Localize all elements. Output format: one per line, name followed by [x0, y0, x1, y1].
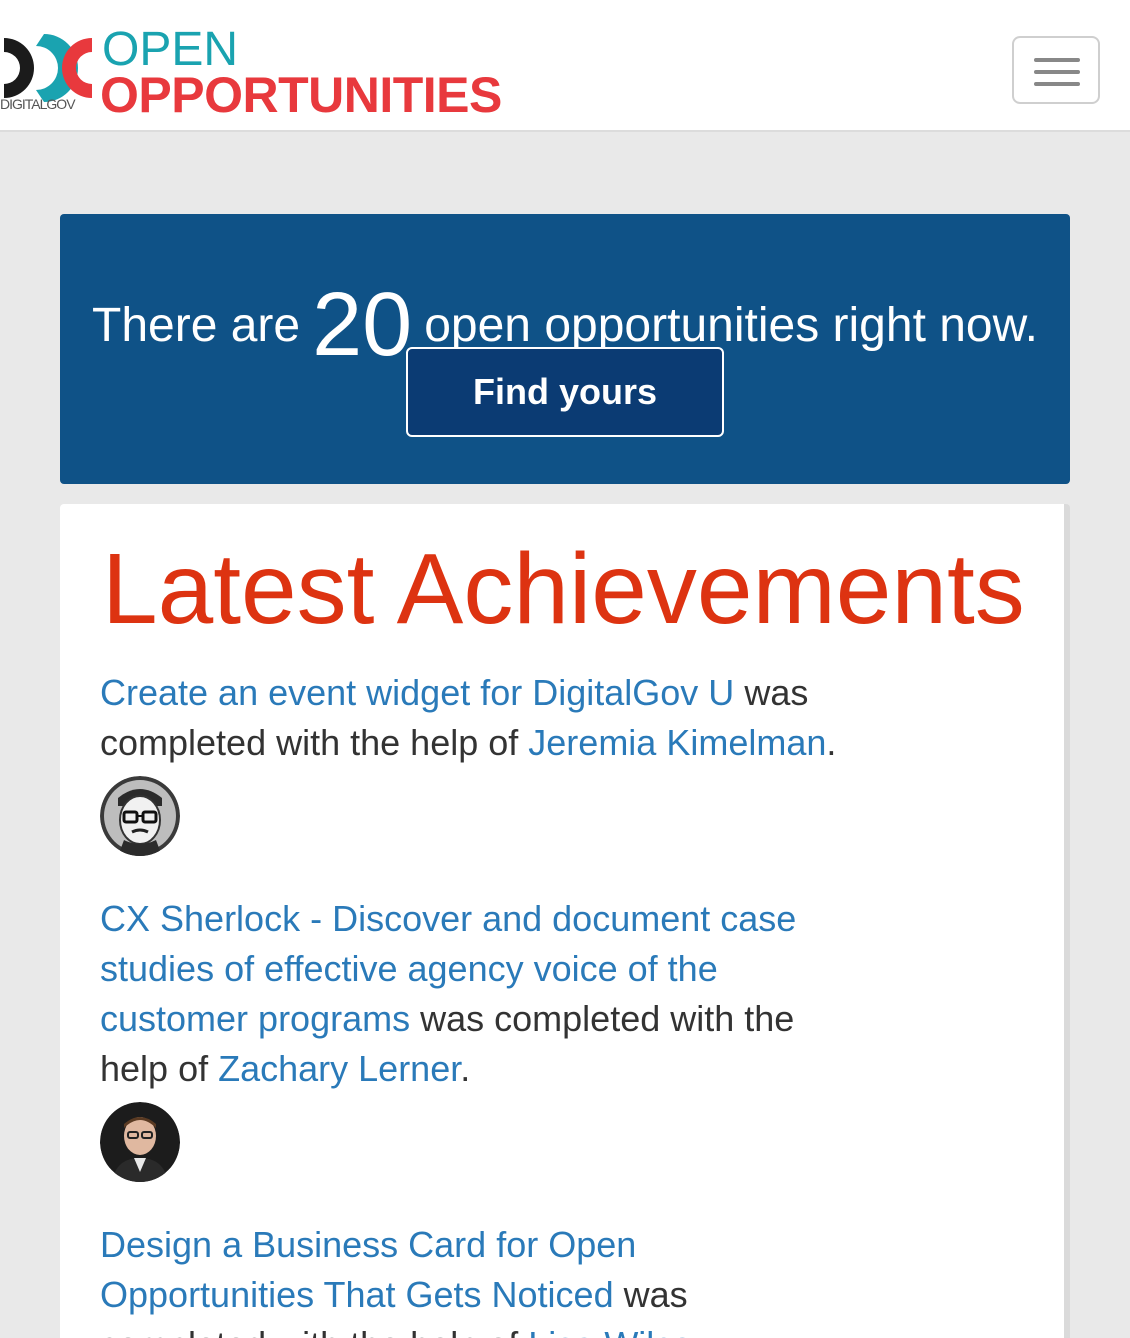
hero-suffix: open opportunities right now. — [424, 299, 1038, 352]
hero-prefix: There are — [92, 299, 301, 352]
opportunity-count: 20 — [312, 275, 413, 375]
achievement-item: Create an event widget for DigitalGov U … — [100, 668, 860, 768]
achievement-person-link[interactable]: Jeremia Kimelman — [528, 722, 826, 763]
achievement-task-link[interactable]: Create an event widget for DigitalGov U — [100, 672, 734, 713]
logo-opportunities-text: OPPORTUNITIES — [100, 67, 502, 123]
hamburger-bar — [1034, 82, 1080, 86]
avatar-illustration-icon — [100, 776, 180, 856]
hamburger-menu-button[interactable] — [1012, 36, 1100, 104]
avatar[interactable] — [100, 776, 180, 856]
site-logo[interactable]: DIGITALGOV OPEN OPPORTUNITIES — [0, 24, 520, 123]
avatar[interactable] — [100, 1102, 180, 1182]
achievement-period: . — [710, 1324, 720, 1338]
achievement-item: Design a Business Card for Open Opportun… — [100, 1220, 860, 1338]
navbar: DIGITALGOV OPEN OPPORTUNITIES — [0, 0, 1130, 132]
achievement-period: . — [460, 1048, 471, 1089]
achievement-item: CX Sherlock - Discover and document case… — [100, 894, 860, 1094]
avatar-photo-icon — [100, 1102, 180, 1182]
achievements-card: Latest Achievements Create an event widg… — [60, 504, 1070, 1338]
hamburger-bar — [1034, 70, 1080, 74]
logo-subtext: DIGITALGOV — [0, 96, 76, 112]
achievements-title: Latest Achievements — [102, 533, 1025, 645]
achievement-person-link[interactable]: Zachary Lerner — [218, 1048, 460, 1089]
achievement-person-link[interactable]: Lisa Wilcox — [528, 1324, 710, 1338]
achievement-period: . — [826, 722, 837, 763]
hamburger-menu-icon — [1034, 58, 1080, 62]
hero-banner: There are 20 open opportunities right now.… — [60, 214, 1070, 484]
find-yours-button[interactable]: Find yours — [406, 347, 724, 437]
achievement-task-link[interactable]: Design a Business Card for Open Opportun… — [100, 1224, 636, 1315]
